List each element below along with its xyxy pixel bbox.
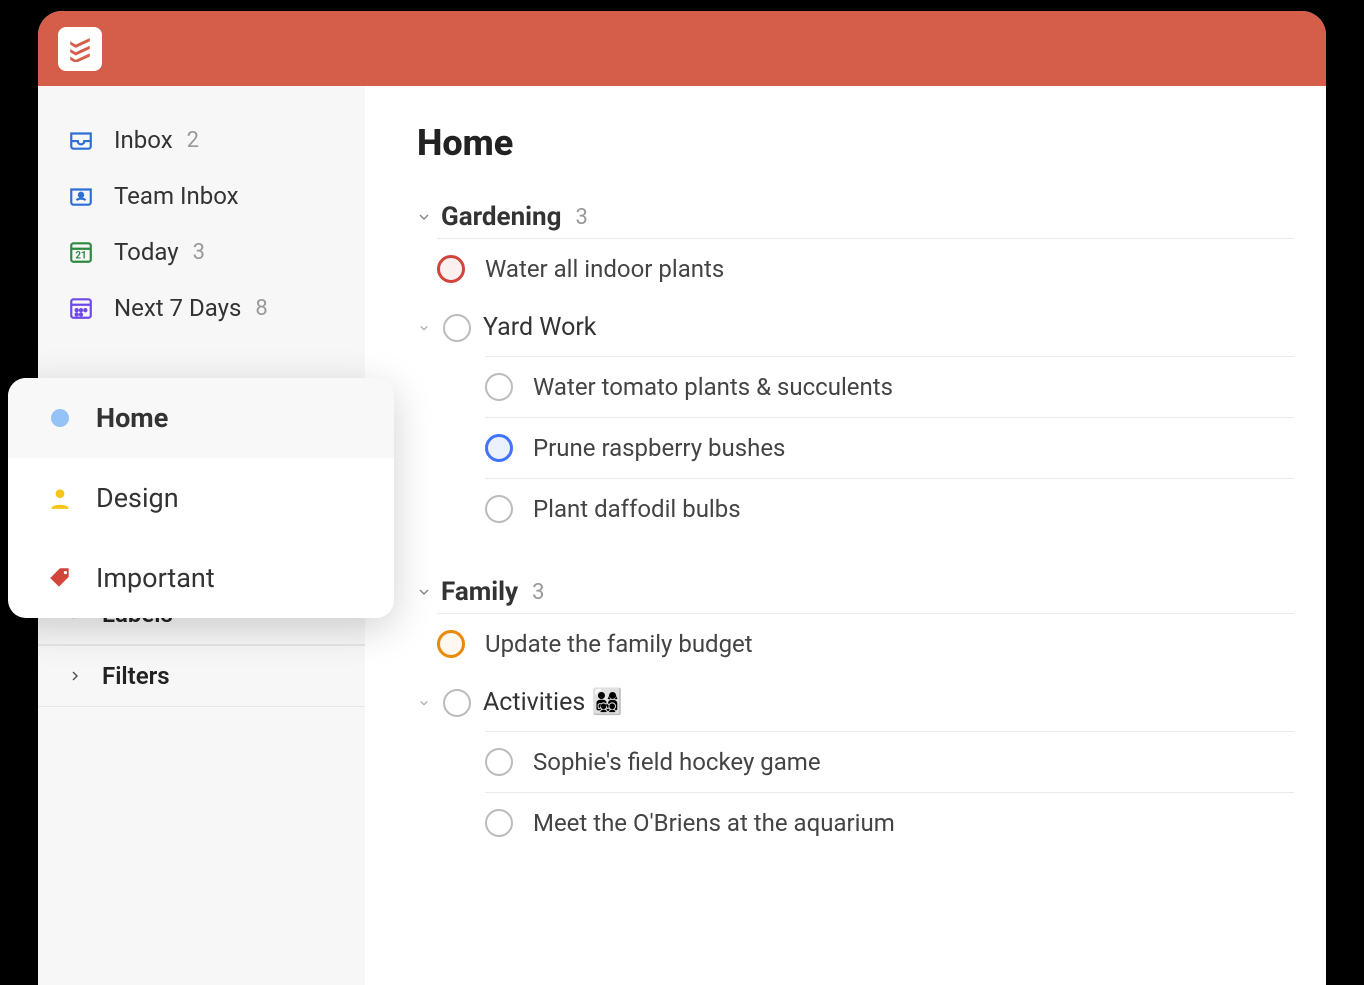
parent-task-row[interactable]: Yard Work xyxy=(417,299,1294,356)
subtask-list: Water tomato plants & succulents Prune r… xyxy=(465,356,1294,539)
todoist-logo-icon xyxy=(67,36,93,62)
task-checkbox[interactable] xyxy=(485,495,513,523)
section-block-gardening: Gardening 3 Water all indoor plants Yard… xyxy=(417,192,1294,539)
sidebar-item-label: Inbox xyxy=(114,126,173,154)
sidebar-item-label: Next 7 Days xyxy=(114,294,241,322)
favorite-item-important[interactable]: Important xyxy=(8,538,394,618)
task-checkbox[interactable] xyxy=(443,314,471,342)
section-title: Gardening xyxy=(441,202,561,232)
page-title: Home xyxy=(417,122,1294,164)
task-title: Activities 👨‍👩‍👧‍👦 xyxy=(483,688,623,717)
task-row[interactable]: Meet the O'Briens at the aquarium xyxy=(485,792,1294,853)
task-title: Yard Work xyxy=(483,313,596,342)
sidebar-item-count: 3 xyxy=(193,240,205,265)
section-header[interactable]: Family 3 xyxy=(417,567,1294,613)
task-title: Meet the O'Briens at the aquarium xyxy=(533,809,895,837)
section-count: 3 xyxy=(575,205,587,230)
chevron-right-icon xyxy=(68,669,82,683)
task-checkbox[interactable] xyxy=(485,373,513,401)
today-icon: 21 xyxy=(68,239,94,265)
favorite-label: Important xyxy=(96,562,215,594)
section-block-family: Family 3 Update the family budget Activi… xyxy=(417,567,1294,853)
task-title: Plant daffodil bulbs xyxy=(533,495,741,523)
chevron-down-icon xyxy=(417,585,431,599)
app-logo[interactable] xyxy=(58,27,102,71)
header-bar xyxy=(38,11,1326,86)
tag-icon xyxy=(46,564,74,592)
task-title: Prune raspberry bushes xyxy=(533,434,785,462)
project-color-dot-icon xyxy=(46,404,74,432)
favorite-item-design[interactable]: Design xyxy=(8,458,394,538)
chevron-down-icon xyxy=(417,321,431,335)
calendar-week-icon xyxy=(68,295,94,321)
favorites-panel: Home Design Important xyxy=(8,378,394,618)
task-list: Water all indoor plants xyxy=(417,238,1294,299)
task-row[interactable]: Sophie's field hockey game xyxy=(485,731,1294,792)
sidebar-item-count: 2 xyxy=(187,128,199,153)
task-title: Water tomato plants & succulents xyxy=(533,373,893,401)
task-list: Update the family budget xyxy=(417,613,1294,674)
section-header[interactable]: Gardening 3 xyxy=(417,192,1294,238)
sidebar-item-today[interactable]: 21 Today 3 xyxy=(38,224,365,280)
sidebar-item-count: 8 xyxy=(255,296,267,321)
task-title: Update the family budget xyxy=(485,630,753,658)
person-icon xyxy=(46,484,74,512)
sidebar-item-label: Team Inbox xyxy=(114,182,239,210)
task-checkbox[interactable] xyxy=(485,748,513,776)
sidebar-section-filters[interactable]: Filters xyxy=(38,645,365,706)
inbox-icon xyxy=(68,127,94,153)
task-checkbox[interactable] xyxy=(437,255,465,283)
section-count: 3 xyxy=(532,580,544,605)
task-checkbox[interactable] xyxy=(443,689,471,717)
task-row[interactable]: Water all indoor plants xyxy=(437,238,1294,299)
parent-task-row[interactable]: Activities 👨‍👩‍👧‍👦 xyxy=(417,674,1294,731)
sidebar-section-label: Filters xyxy=(102,662,170,690)
chevron-down-icon xyxy=(417,696,431,710)
subtask-list: Sophie's field hockey game Meet the O'Br… xyxy=(465,731,1294,853)
sidebar-item-label: Today xyxy=(114,238,179,266)
task-checkbox[interactable] xyxy=(437,630,465,658)
favorite-item-home[interactable]: Home xyxy=(8,378,394,458)
chevron-down-icon xyxy=(417,210,431,224)
task-title: Sophie's field hockey game xyxy=(533,748,821,776)
sidebar-divider xyxy=(38,706,365,707)
favorite-label: Design xyxy=(96,482,179,514)
section-title: Family xyxy=(441,577,518,607)
sidebar-item-inbox[interactable]: Inbox 2 xyxy=(38,112,365,168)
task-row[interactable]: Update the family budget xyxy=(437,613,1294,674)
task-row[interactable]: Prune raspberry bushes xyxy=(485,417,1294,478)
task-checkbox[interactable] xyxy=(485,809,513,837)
task-checkbox[interactable] xyxy=(485,434,513,462)
sidebar-item-team-inbox[interactable]: Team Inbox xyxy=(38,168,365,224)
svg-text:21: 21 xyxy=(75,251,86,262)
task-row[interactable]: Water tomato plants & succulents xyxy=(485,356,1294,417)
favorite-label: Home xyxy=(96,402,168,434)
main-content: Home Gardening 3 Water all indoor plants xyxy=(365,86,1326,985)
sidebar-item-next7days[interactable]: Next 7 Days 8 xyxy=(38,280,365,336)
task-row[interactable]: Plant daffodil bulbs xyxy=(485,478,1294,539)
task-title: Water all indoor plants xyxy=(485,255,724,283)
team-inbox-icon xyxy=(68,183,94,209)
